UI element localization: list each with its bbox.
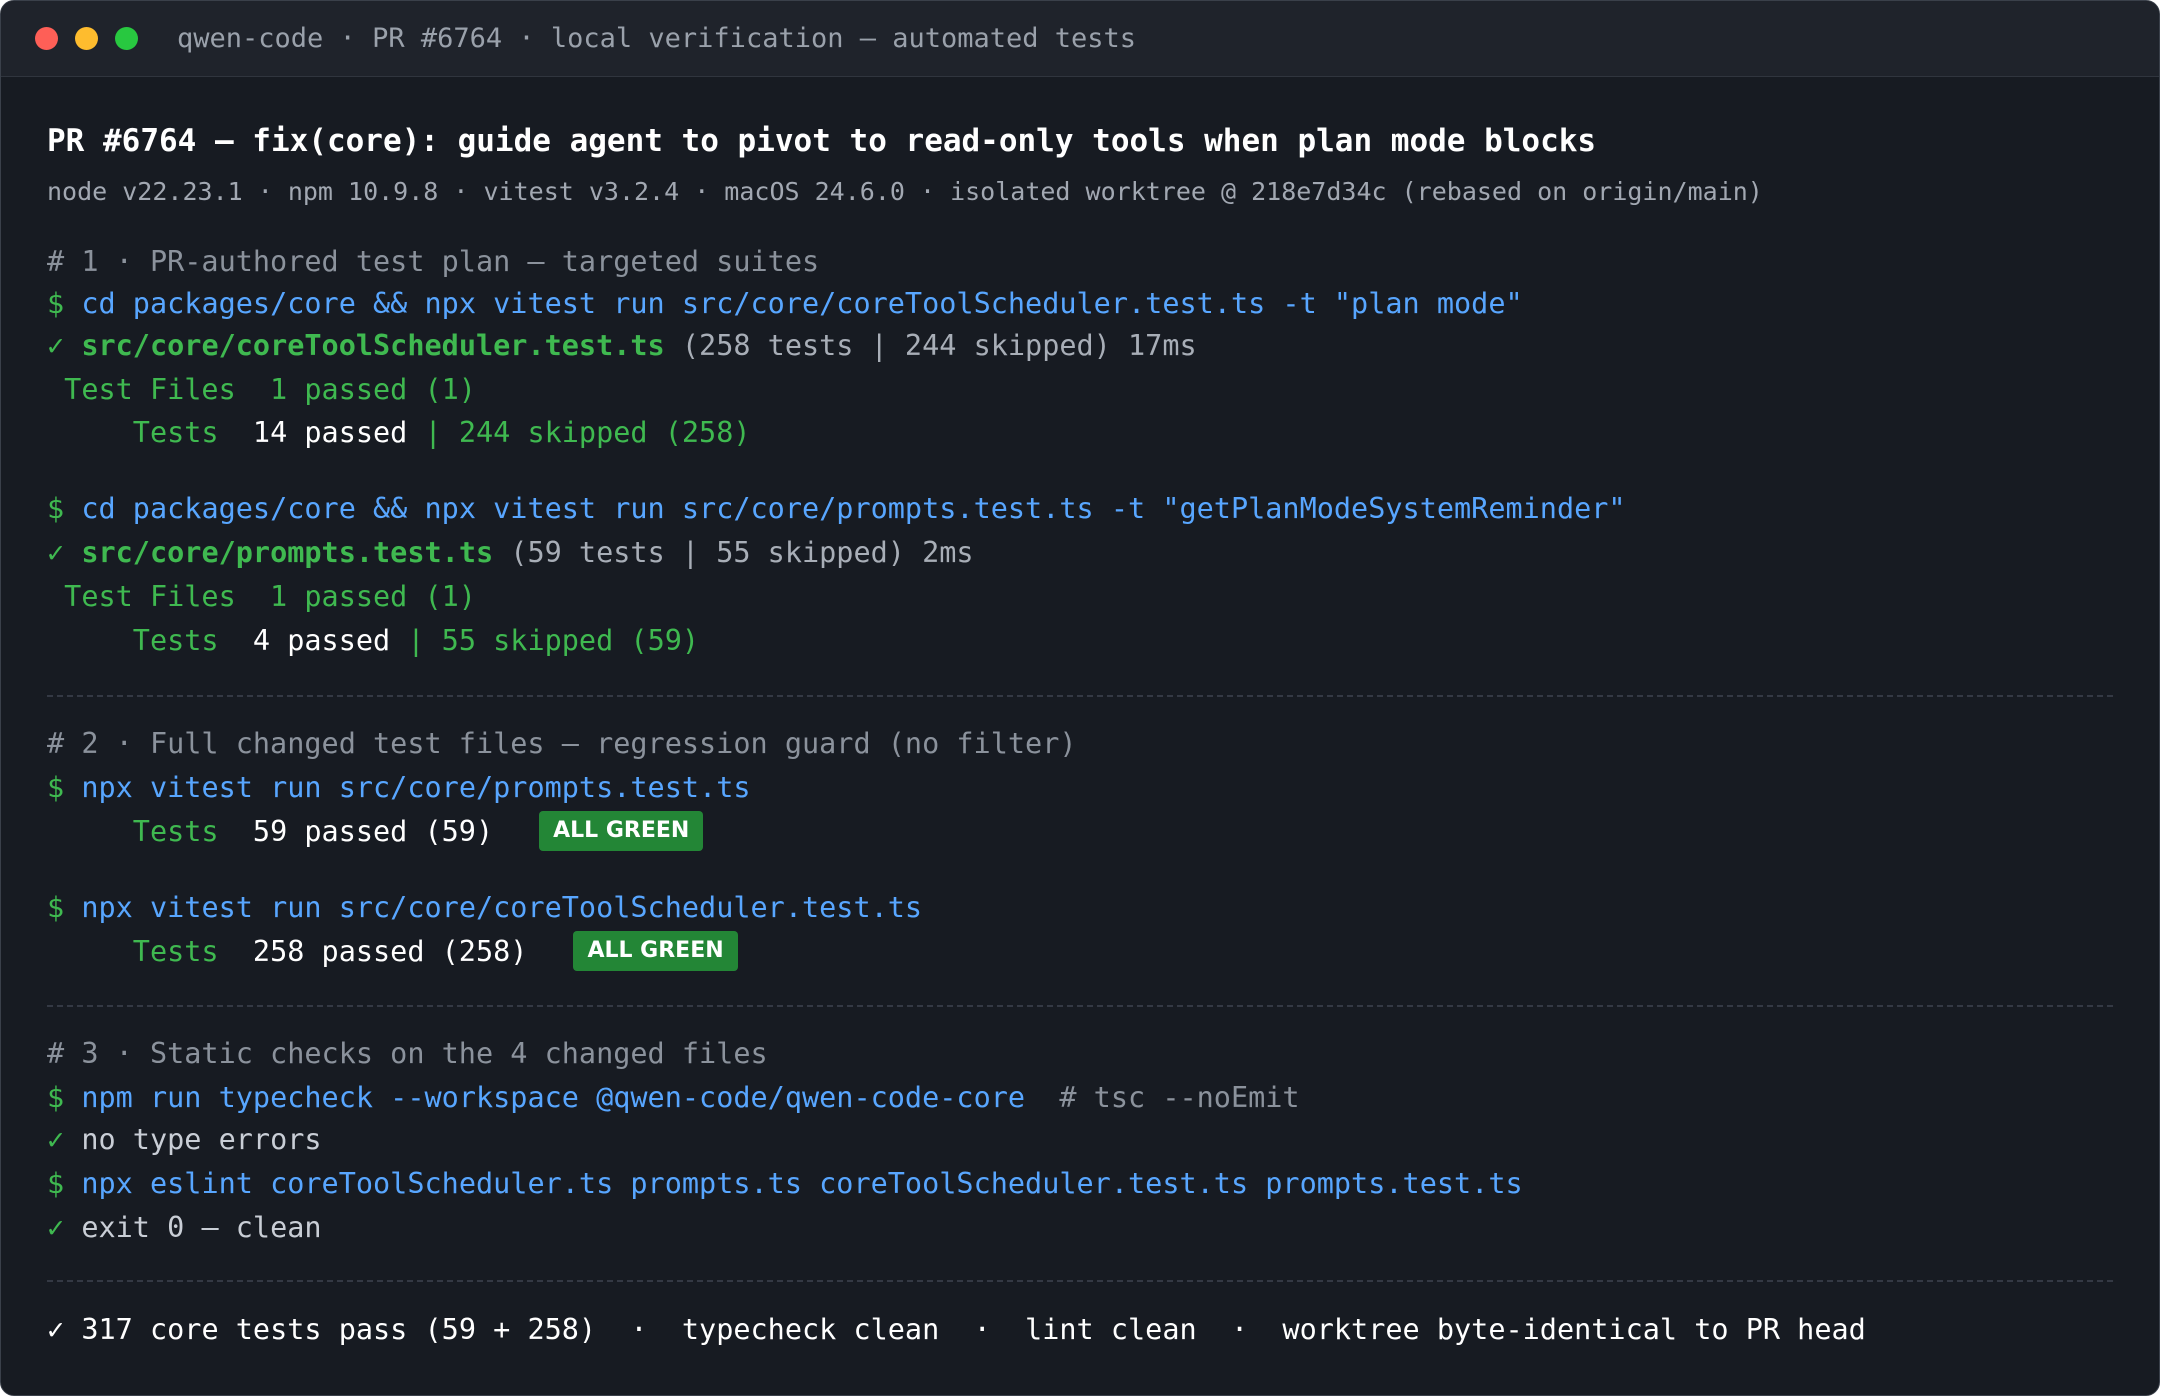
- command-text: npx vitest run src/core/prompts.test.ts: [64, 771, 751, 804]
- command-text: npx eslint coreToolScheduler.ts prompts.…: [64, 1167, 1523, 1200]
- test-file-summary: (59 tests | 55 skipped) 2ms: [493, 536, 974, 569]
- title-bar: qwen-code · PR #6764 · local verificatio…: [1, 1, 2159, 77]
- section-3-heading: # 3 · Static checks on the 4 changed fil…: [47, 1037, 768, 1070]
- tests-label: Tests: [47, 815, 253, 848]
- status-badge: ALL GREEN: [573, 931, 738, 971]
- tests-summary: Tests 4 passed | 55 skipped (59): [47, 621, 699, 661]
- final-summary-text: 317 core tests pass (59 + 258) · typeche…: [64, 1313, 1866, 1346]
- command-line: $ npm run typecheck --workspace @qwen-co…: [47, 1078, 1300, 1118]
- check-result-text: exit 0 — clean: [64, 1211, 322, 1244]
- command-text: cd packages/core && npx vitest run src/c…: [64, 492, 1626, 525]
- command-line: $ cd packages/core && npx vitest run src…: [47, 489, 1626, 529]
- check-result: ✓ exit 0 — clean: [47, 1208, 322, 1248]
- prompt-symbol: $: [47, 1081, 65, 1114]
- tests-passed: 258 passed (258): [252, 935, 528, 968]
- tests-label: Tests: [47, 624, 253, 657]
- test-file-result: ✓ src/core/prompts.test.ts (59 tests | 5…: [47, 533, 974, 573]
- section-1-heading: # 1 · PR-authored test plan — targeted s…: [47, 245, 820, 278]
- check-result-text: no type errors: [64, 1123, 322, 1156]
- maximize-window-button[interactable]: [115, 27, 138, 50]
- pr-title: PR #6764 — fix(core): guide agent to piv…: [47, 123, 1597, 159]
- tests-passed: 14 passed: [252, 416, 408, 449]
- check-icon: ✓: [47, 1313, 65, 1346]
- prompt-symbol: $: [47, 1167, 65, 1200]
- command-comment: # tsc --noEmit: [1025, 1081, 1300, 1114]
- tests-summary: Tests 14 passed | 244 skipped (258): [47, 413, 751, 453]
- minimize-window-button[interactable]: [75, 27, 98, 50]
- prompt-symbol: $: [47, 492, 65, 525]
- environment-info: node v22.23.1 · npm 10.9.8 · vitest v3.2…: [47, 177, 1763, 206]
- tests-passed: 59 passed (59): [252, 815, 494, 848]
- prompt-symbol: $: [47, 287, 65, 320]
- tests-skipped: | 55 skipped (59): [390, 624, 700, 657]
- test-files-summary: Test Files 1 passed (1): [47, 373, 476, 406]
- command-text: npx vitest run src/core/coreToolSchedule…: [64, 891, 923, 924]
- command-line: $ npx eslint coreToolScheduler.ts prompt…: [47, 1164, 1523, 1204]
- tests-passed: 4 passed: [252, 624, 391, 657]
- prompt-symbol: $: [47, 891, 65, 924]
- terminal-window: qwen-code · PR #6764 · local verificatio…: [0, 0, 2160, 1396]
- close-window-button[interactable]: [35, 27, 58, 50]
- status-badge: ALL GREEN: [539, 811, 704, 851]
- section-divider: [47, 1005, 2113, 1007]
- check-icon: ✓: [47, 536, 65, 569]
- section-divider: [47, 1280, 2113, 1282]
- tests-label: Tests: [47, 935, 253, 968]
- check-icon: ✓: [47, 329, 65, 362]
- test-files-summary: Test Files 1 passed (1): [47, 580, 476, 613]
- test-file-name: src/core/prompts.test.ts: [64, 536, 494, 569]
- command-text: cd packages/core && npx vitest run src/c…: [64, 287, 1523, 320]
- test-file-name: src/core/coreToolScheduler.test.ts: [64, 329, 665, 362]
- tests-summary: Tests 258 passed (258) ALL GREEN: [47, 931, 738, 973]
- command-text: npm run typecheck --workspace @qwen-code…: [64, 1081, 1026, 1114]
- test-file-summary: (258 tests | 244 skipped) 17ms: [664, 329, 1197, 362]
- command-line: $ npx vitest run src/core/prompts.test.t…: [47, 768, 751, 808]
- command-line: $ npx vitest run src/core/coreToolSchedu…: [47, 888, 922, 928]
- window-title: qwen-code · PR #6764 · local verificatio…: [177, 23, 1137, 54]
- tests-skipped: | 244 skipped (258): [407, 416, 751, 449]
- test-file-result: ✓ src/core/coreToolScheduler.test.ts (25…: [47, 326, 1197, 366]
- check-icon: ✓: [47, 1123, 65, 1156]
- prompt-symbol: $: [47, 771, 65, 804]
- tests-summary: Tests 59 passed (59) ALL GREEN: [47, 811, 704, 853]
- tests-label: Tests: [47, 416, 253, 449]
- section-divider: [47, 695, 2113, 697]
- command-line: $ cd packages/core && npx vitest run src…: [47, 284, 1523, 324]
- section-2-heading: # 2 · Full changed test files — regressi…: [47, 727, 1077, 760]
- check-icon: ✓: [47, 1211, 65, 1244]
- final-summary: ✓ 317 core tests pass (59 + 258) · typec…: [47, 1310, 1866, 1350]
- check-result: ✓ no type errors: [47, 1120, 322, 1160]
